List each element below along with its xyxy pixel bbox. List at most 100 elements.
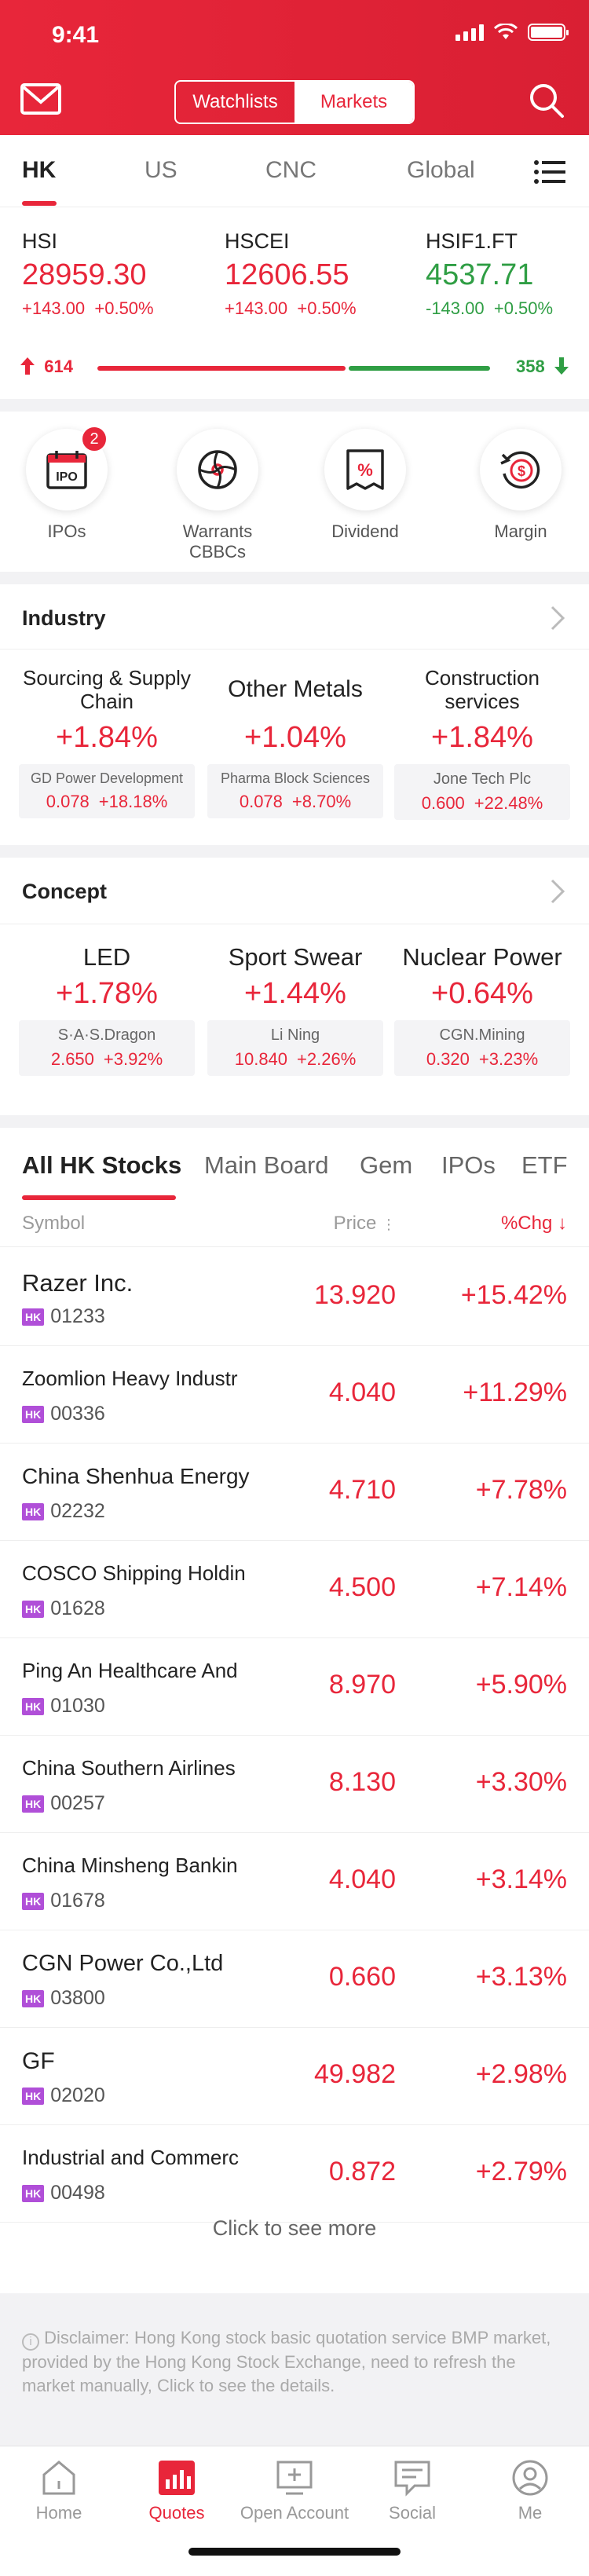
concept-card[interactable]: LED +1.78% S·A·S.Dragon 2.650 +3.92% xyxy=(19,945,195,1076)
tab-all-hk-stocks[interactable]: All HK Stocks xyxy=(22,1151,181,1180)
leader-name: Jone Tech Plc xyxy=(433,770,532,788)
shortcut-circle: IPO 2 xyxy=(26,426,108,510)
see-more-button[interactable]: Click to see more xyxy=(0,2216,589,2241)
stock-row[interactable]: China Shenhua Energy HK 02232 4.710 +7.78… xyxy=(0,1444,589,1541)
bottom-tab-bar: Home Quotes Open Account Social Me xyxy=(0,2446,589,2576)
list-column-header: Symbol Price ⋮ %Chg ↓ xyxy=(0,1203,589,1247)
stock-row[interactable]: GF HK 02020 49.982 +2.98% xyxy=(0,2028,589,2125)
card-pct: +1.04% xyxy=(244,721,346,754)
shortcut-dividend[interactable]: % Dividend xyxy=(306,429,424,542)
tab-ipos[interactable]: IPOs xyxy=(441,1151,496,1180)
column-symbol: Symbol xyxy=(22,1213,86,1234)
shortcut-label: Warrants CBBCs xyxy=(182,521,253,562)
stock-row[interactable]: CGN Power Co.,Ltd HK 03800 0.660 +3.13% xyxy=(0,1930,589,2028)
index-hscei[interactable]: HSCEI 12606.55 +143.00 +0.50% xyxy=(225,229,357,319)
leader-values: 10.840 +2.26% xyxy=(234,1049,357,1069)
stock-price: 0.872 xyxy=(328,2157,396,2186)
market-tag: HK xyxy=(22,1697,45,1715)
mail-icon[interactable] xyxy=(20,83,61,115)
index-value: 12606.55 xyxy=(225,258,349,291)
tab-label: Me xyxy=(518,2503,543,2523)
tab-gem[interactable]: Gem xyxy=(360,1151,412,1180)
section-divider xyxy=(0,399,589,412)
column-price[interactable]: Price ⋮ xyxy=(334,1213,396,1235)
card-leader: GD Power Development 0.078 +18.18% xyxy=(19,764,195,818)
index-change: -143.00 +0.50% xyxy=(426,298,554,318)
info-icon: i xyxy=(22,2333,39,2351)
index-hsif1[interactable]: HSIF1.FT 4537.71 -143.00 +0.50% xyxy=(426,229,553,319)
shortcut-ipos[interactable]: IPO 2 IPOs xyxy=(8,426,126,542)
shortcut-margin[interactable]: $ Margin xyxy=(462,429,580,542)
chevron-right-icon[interactable] xyxy=(550,878,565,905)
stock-row[interactable]: COSCO Shipping Holdin HK 01628 4.500 +7.1… xyxy=(0,1541,589,1638)
industry-title: Industry xyxy=(22,606,106,630)
sort-toggle-icon: ⋮ xyxy=(382,1217,396,1232)
concept-card[interactable]: Sport Swear +1.44% Li Ning 10.840 +2.26% xyxy=(207,943,383,1076)
tab-us[interactable]: US xyxy=(145,157,177,184)
disclaimer-text: Disclaimer: Hong Kong stock basic quotat… xyxy=(22,2328,551,2395)
wifi-icon xyxy=(493,24,518,39)
chevron-right-icon[interactable] xyxy=(550,605,565,631)
card-name: Sport Swear xyxy=(228,943,363,971)
card-name: Sourcing & Supply Chain xyxy=(23,666,191,713)
search-icon[interactable] xyxy=(528,82,565,119)
stock-price: 4.040 xyxy=(328,1378,396,1407)
stock-code: HK 00336 xyxy=(22,1403,105,1425)
card-pct: +1.84% xyxy=(431,721,533,754)
stock-row[interactable]: Razer Inc. HK 01233 13.920 +15.42% xyxy=(0,1249,589,1346)
stock-row[interactable]: Zoomlion Heavy Industr HK 00336 4.040 +11… xyxy=(0,1346,589,1444)
tab-social[interactable]: Social xyxy=(353,2459,471,2523)
tab-label: Open Account xyxy=(240,2503,349,2523)
stock-pct: +15.42% xyxy=(460,1280,567,1310)
market-tag: HK xyxy=(22,1502,45,1520)
leader-name: Pharma Block Sciences xyxy=(220,770,371,786)
stock-price: 4.500 xyxy=(328,1572,396,1602)
segment-watchlists[interactable]: Watchlists xyxy=(176,82,294,123)
stock-row[interactable]: China Minsheng Bankin HK 01678 4.040 +3.1… xyxy=(0,1833,589,1930)
sort-desc-icon: ↓ xyxy=(558,1213,567,1234)
industry-card[interactable]: Sourcing & Supply Chain +1.84% GD Power … xyxy=(19,666,195,818)
tab-hk[interactable]: HK xyxy=(22,157,56,184)
card-name: Construction services xyxy=(425,666,540,713)
index-change: +143.00 +0.50% xyxy=(225,298,357,318)
card-pct: +0.64% xyxy=(431,977,533,1010)
tab-me[interactable]: Me xyxy=(471,2459,589,2523)
tab-etf[interactable]: ETF xyxy=(521,1151,568,1180)
tab-main-board[interactable]: Main Board xyxy=(204,1151,329,1180)
tab-open-account[interactable]: Open Account xyxy=(236,2459,353,2523)
tab-label: Home xyxy=(35,2503,82,2523)
status-time: 9:41 xyxy=(52,22,100,48)
column-pct-change[interactable]: %Chg ↓ xyxy=(501,1213,567,1235)
concept-card[interactable]: Nuclear Power +0.64% CGN.Mining 0.320 +3.… xyxy=(394,945,570,1076)
tab-global[interactable]: Global xyxy=(407,157,475,184)
decliners-count: 358 xyxy=(516,357,569,377)
menu-icon[interactable] xyxy=(534,160,565,184)
stock-name: GF xyxy=(22,2048,55,2074)
stock-price: 8.970 xyxy=(328,1670,396,1700)
index-name: HSI xyxy=(22,229,58,253)
industry-card[interactable]: Construction services +1.84% Jone Tech P… xyxy=(394,666,570,820)
index-hsi[interactable]: HSI 28959.30 +143.00 +0.50% xyxy=(22,229,154,319)
ipo-calendar-icon: IPO xyxy=(46,451,87,489)
disclaimer[interactable]: i Disclaimer: Hong Kong stock basic quot… xyxy=(0,2293,589,2450)
stock-row[interactable]: Ping An Healthcare And HK 01030 8.970 +5.… xyxy=(0,1638,589,1736)
stock-code: HK 01233 xyxy=(22,1305,105,1328)
dividend-icon: % xyxy=(346,449,384,490)
leader-values: 0.600 +22.48% xyxy=(421,793,543,813)
industry-card[interactable]: Other Metals +1.04% Pharma Block Science… xyxy=(207,666,383,818)
stock-row[interactable]: China Southern Airlines HK 00257 8.130 +3… xyxy=(0,1736,589,1833)
tab-quotes[interactable]: Quotes xyxy=(118,2459,236,2523)
segment-markets[interactable]: Markets xyxy=(294,82,413,123)
stock-row[interactable]: Industrial and Commerc HK 00498 0.872 +2.… xyxy=(0,2125,589,2223)
tab-home[interactable]: Home xyxy=(0,2459,118,2523)
stock-code: HK 01030 xyxy=(22,1695,105,1718)
market-tag: HK xyxy=(22,1989,45,2007)
section-divider xyxy=(0,1115,589,1128)
tab-cnc[interactable]: CNC xyxy=(265,157,316,184)
leader-name: S·A·S.Dragon xyxy=(57,1026,156,1044)
arrow-down-icon xyxy=(554,357,569,375)
shortcut-warrants[interactable]: Warrants CBBCs xyxy=(159,429,276,562)
stock-pct: +7.78% xyxy=(475,1475,567,1505)
index-change: +143.00 +0.50% xyxy=(22,298,154,318)
stock-price: 4.040 xyxy=(328,1864,396,1894)
